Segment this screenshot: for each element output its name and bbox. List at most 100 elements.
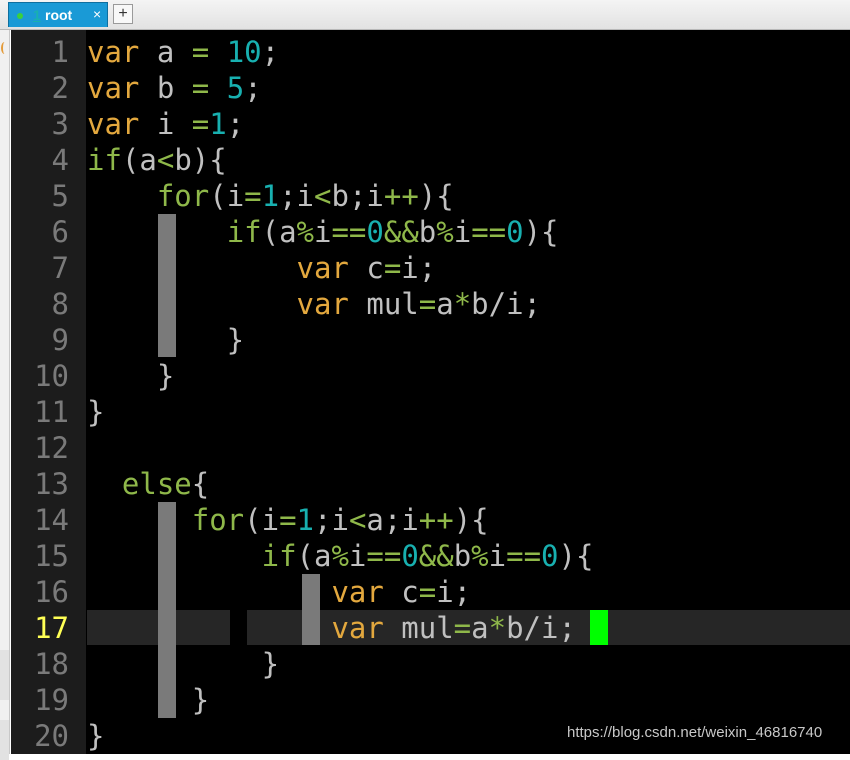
code-line: } — [87, 682, 209, 718]
code-line: } — [87, 358, 174, 394]
code-token: b/i; — [506, 611, 576, 645]
code-token: 0 — [401, 539, 419, 573]
code-token: var — [87, 71, 140, 105]
code-token: 1 — [261, 179, 280, 213]
line-number: 11 — [34, 395, 69, 429]
tab-root[interactable]: 1 root × — [8, 2, 108, 27]
code-token: var — [296, 287, 349, 321]
code-token: == — [471, 215, 507, 249]
code-line: var b = 5; — [87, 70, 262, 106]
code-token: b — [418, 215, 437, 249]
code-token: a — [139, 35, 192, 69]
code-token: 1 — [296, 503, 315, 537]
code-token: i — [453, 215, 472, 249]
code-token: var — [331, 575, 384, 609]
code-line: } — [87, 322, 244, 358]
line-number: 8 — [51, 287, 69, 321]
code-token: var — [296, 251, 349, 285]
code-token: % — [436, 215, 454, 249]
code-token: ){ — [418, 179, 454, 213]
code-token: % — [331, 539, 349, 573]
code-token: a;i — [366, 503, 419, 537]
code-token: = — [383, 251, 402, 285]
code-token: (a — [261, 215, 297, 249]
code-token: = — [453, 611, 472, 645]
tab-bar: 1 root × + — [0, 0, 850, 30]
code-token: b — [453, 539, 472, 573]
code-token: c — [383, 575, 419, 609]
code-token: && — [418, 539, 454, 573]
code-token: { — [191, 467, 210, 501]
line-number: 6 — [51, 215, 69, 249]
code-token: ++ — [383, 179, 419, 213]
line-number: 20 — [34, 719, 69, 753]
code-line: if(a<b){ — [87, 142, 227, 178]
line-number: 12 — [34, 431, 69, 465]
code-token: < — [156, 143, 175, 177]
code-token: && — [383, 215, 419, 249]
code-token: mul — [383, 611, 454, 645]
code-token: c — [348, 251, 384, 285]
code-token: 0 — [541, 539, 559, 573]
code-token: % — [296, 215, 314, 249]
code-token: b/i; — [471, 287, 541, 321]
line-number: 18 — [34, 647, 69, 681]
code-token: i — [348, 539, 367, 573]
code-token: i — [488, 539, 507, 573]
code-line: for(i=1;i<a;i++){ — [87, 502, 489, 538]
code-token: b){ — [174, 143, 227, 177]
line-number: 17 — [34, 611, 69, 645]
code-line: var a = 10; — [87, 34, 279, 70]
line-number: 15 — [34, 539, 69, 573]
left-panel-edge — [0, 30, 10, 760]
new-tab-button[interactable]: + — [113, 4, 133, 24]
code-token: (a — [296, 539, 332, 573]
code-token: % — [471, 539, 489, 573]
code-line: if(a%i==0&&b%i==0){ — [87, 214, 559, 250]
code-token: b — [139, 71, 192, 105]
code-token: a — [436, 287, 454, 321]
code-token: ++ — [418, 503, 454, 537]
code-token: for — [156, 179, 210, 213]
code-token: == — [366, 539, 402, 573]
code-token: } — [87, 359, 175, 393]
line-number: 19 — [34, 683, 69, 717]
code-token: * — [453, 287, 472, 321]
code-token: var — [87, 107, 140, 141]
code-token: == — [331, 215, 367, 249]
code-token: (i — [209, 179, 245, 213]
close-tab-icon[interactable]: × — [93, 6, 101, 22]
code-token: } — [87, 719, 105, 753]
code-token: < — [314, 179, 332, 213]
code-line: } — [87, 718, 104, 754]
terminal-editor[interactable]: 1 2 3 4 5 6 7 8 9 10 11 12 13 14 15 16 17 18 19 20 var a = … — [11, 30, 850, 754]
line-number: 16 — [34, 575, 69, 609]
line-number: 9 — [51, 323, 69, 357]
code-token: i; — [401, 251, 437, 285]
code-token: * — [488, 611, 507, 645]
line-number: 3 — [51, 107, 69, 141]
code-token: } — [87, 683, 210, 717]
code-line: } — [87, 394, 104, 430]
code-line: var c=i; — [87, 574, 471, 610]
panel-shade — [0, 650, 9, 700]
code-token: 0 — [366, 215, 384, 249]
watermark-url: https://blog.csdn.net/weixin_46816740 — [567, 724, 823, 741]
code-token: ;i — [279, 179, 315, 213]
code-token: == — [506, 539, 542, 573]
line-number: 4 — [51, 143, 69, 177]
code-token: = — [191, 35, 210, 69]
connection-status-icon — [17, 13, 23, 19]
code-token: a — [471, 611, 489, 645]
code-token: = — [191, 71, 210, 105]
code-token: if — [226, 215, 262, 249]
